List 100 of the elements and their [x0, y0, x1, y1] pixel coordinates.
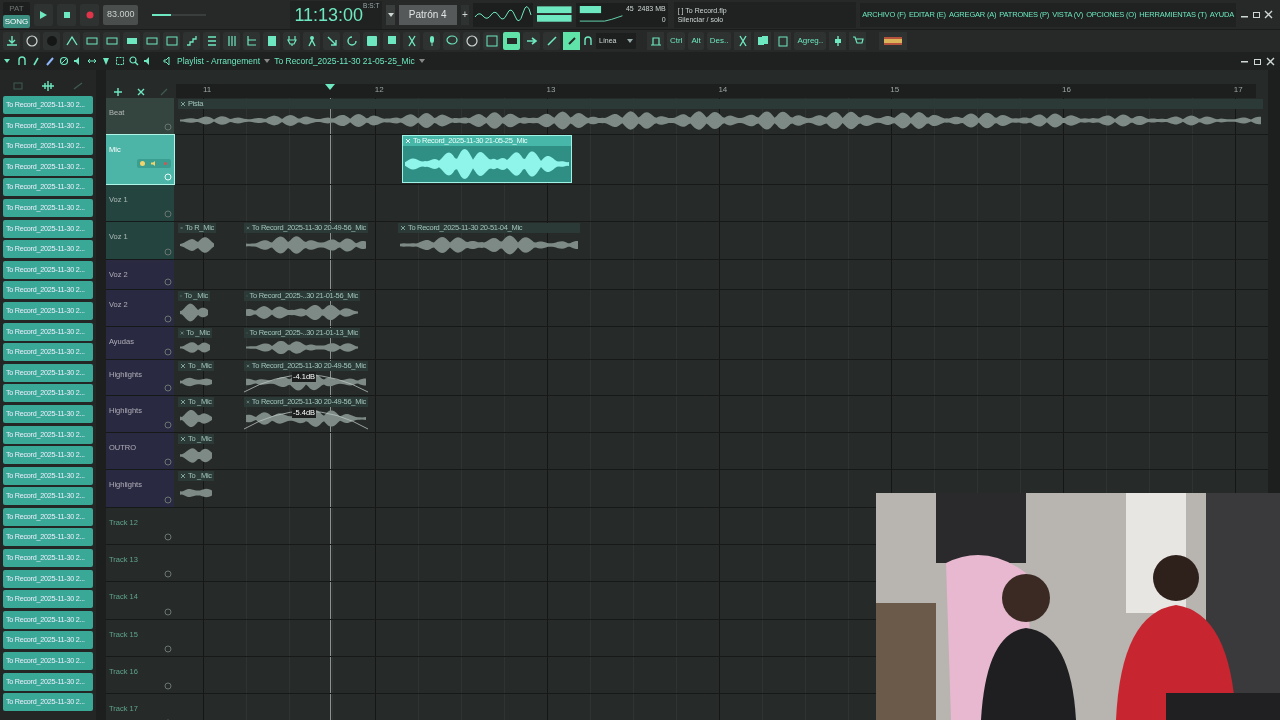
cross-icon[interactable] [180, 436, 186, 442]
close-icon[interactable] [1264, 10, 1274, 19]
toolbar-text-button[interactable]: Ctrl [667, 32, 686, 50]
add-pattern-button[interactable]: + [460, 4, 470, 25]
toolbar-text-button[interactable]: Des.. [706, 32, 732, 50]
paperclip-icon[interactable] [31, 56, 41, 66]
toolbar-button[interactable] [323, 32, 340, 50]
record-arm-icon[interactable] [164, 608, 172, 616]
toolbar-button[interactable] [223, 32, 240, 50]
toolbar-button[interactable] [523, 32, 540, 50]
record-icon [84, 9, 95, 20]
add-icon[interactable] [113, 88, 122, 96]
close-icon[interactable] [137, 88, 145, 96]
audio-clips-icon[interactable] [41, 81, 55, 91]
forbidden-icon[interactable] [59, 56, 69, 66]
toolbar-button[interactable] [363, 32, 380, 50]
playlist-title: Playlist - Arrangement [177, 54, 261, 68]
toolbar-button[interactable] [283, 32, 300, 50]
cart-icon [851, 35, 864, 47]
mode-option[interactable]: SONG [3, 14, 30, 28]
toolbar-button[interactable] [734, 32, 752, 50]
stop-button[interactable] [57, 3, 77, 26]
toolbar-button[interactable] [463, 32, 480, 50]
slice-icon[interactable] [101, 56, 111, 66]
toolbar-button[interactable] [503, 32, 520, 50]
toolbar-button[interactable] [243, 32, 260, 50]
figure-icon [305, 35, 318, 47]
vertical-scrollbar[interactable] [1268, 70, 1280, 493]
record-arm-icon[interactable] [164, 682, 172, 690]
language-button[interactable] [879, 32, 908, 50]
brush-icon[interactable] [45, 56, 55, 66]
arrows-icon[interactable] [87, 56, 97, 66]
toolbar-button[interactable] [263, 32, 280, 50]
record-arm-icon[interactable] [164, 315, 172, 323]
plug-icon [285, 35, 298, 47]
record-arm-icon[interactable] [164, 348, 172, 356]
download-icon [5, 35, 18, 47]
record-arm-icon[interactable] [164, 384, 172, 392]
volume-slider[interactable] [151, 13, 206, 16]
toolbar-button[interactable] [303, 32, 320, 50]
toolbar-button[interactable] [849, 32, 867, 50]
brush-icon [545, 35, 558, 47]
record-button[interactable] [80, 3, 100, 26]
cross-icon[interactable] [180, 399, 186, 405]
toolbar-text-button[interactable]: Agreg.. [794, 32, 827, 50]
play-button[interactable] [33, 3, 54, 26]
toolbar-button[interactable] [647, 32, 664, 50]
clip-source-selector[interactable]: To Record_2025-11-30 21-05-25_Mic [274, 54, 415, 68]
toolbar-button[interactable] [63, 32, 80, 50]
toolbar-button[interactable] [563, 32, 580, 50]
toolbar-button[interactable] [403, 32, 420, 50]
toolbar-button[interactable] [123, 32, 140, 50]
help-icon [465, 35, 478, 47]
toolbar-button[interactable] [183, 32, 200, 50]
save-icon [385, 35, 398, 47]
caret-icon[interactable] [418, 59, 425, 63]
zoom-icon[interactable] [129, 56, 139, 66]
record-arm-icon[interactable] [164, 278, 172, 286]
toolbar-button[interactable] [754, 32, 772, 50]
toolbar-button[interactable] [383, 32, 400, 50]
flag-icon [884, 37, 903, 45]
picker-scrollbar[interactable] [96, 70, 106, 720]
magnet-icon[interactable] [583, 36, 593, 46]
cross-icon[interactable] [180, 363, 186, 369]
timeline-ruler[interactable]: 11 12 13 14 15 16 17 [176, 84, 1256, 98]
toolbar-button[interactable] [203, 32, 220, 50]
select-icon[interactable] [115, 56, 125, 66]
maximize-icon[interactable] [1252, 10, 1262, 19]
pattern-dropdown[interactable] [386, 4, 395, 25]
record-arm-icon[interactable] [164, 458, 172, 466]
record-arm-icon[interactable] [164, 421, 172, 429]
mode-switch[interactable]: PAT SONG [3, 1, 30, 28]
record-arm-icon[interactable] [164, 496, 172, 504]
paste-icon [776, 35, 789, 47]
magnet-icon[interactable] [17, 56, 27, 66]
toolbar-button[interactable] [343, 32, 360, 50]
record-arm-icon[interactable] [164, 645, 172, 653]
toolbar-button[interactable] [543, 32, 560, 50]
record-arm-icon[interactable] [164, 533, 172, 541]
toolbar-button[interactable] [23, 32, 40, 50]
mode-option[interactable]: PAT [3, 1, 30, 15]
pattern-selector[interactable]: Patrón 4 [399, 4, 457, 25]
maximize-icon[interactable] [1253, 56, 1262, 66]
toolbar-button[interactable] [423, 32, 440, 50]
bar-number: 16 [1062, 84, 1071, 96]
toolbar-button[interactable] [829, 32, 847, 50]
toolbar-text-button[interactable]: Alt [688, 32, 704, 50]
cross-icon[interactable] [180, 101, 186, 107]
panel-icon [485, 35, 498, 47]
cross-icon[interactable] [180, 330, 185, 336]
toolbar-button[interactable] [443, 32, 460, 50]
tempo-display[interactable]: 83.000 [103, 4, 138, 25]
playhead-marker[interactable] [325, 84, 335, 90]
cross-icon[interactable] [400, 225, 406, 231]
stop-icon [61, 9, 72, 20]
close-icon[interactable] [1266, 56, 1275, 66]
caret-icon[interactable] [264, 59, 271, 63]
toolbar-button[interactable] [3, 32, 20, 50]
cross-icon[interactable] [180, 473, 186, 479]
record-arm-icon[interactable] [164, 570, 172, 578]
